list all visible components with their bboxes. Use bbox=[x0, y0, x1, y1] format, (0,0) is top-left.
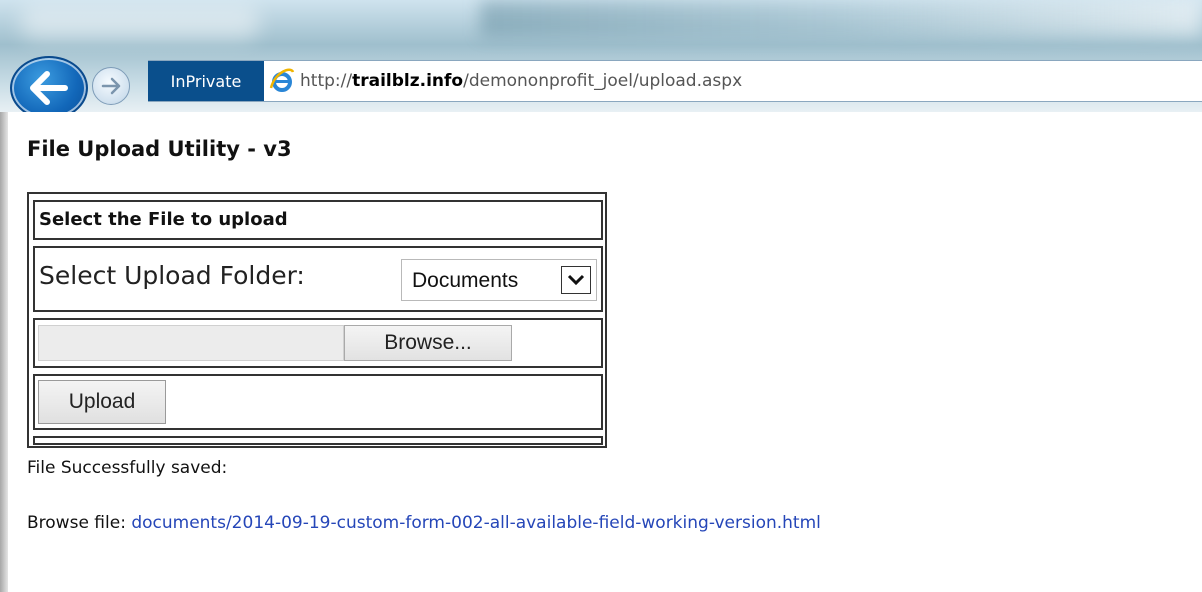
chrome-blur-decoration bbox=[480, 0, 1200, 36]
folder-row: Select Upload Folder: Documents bbox=[33, 246, 603, 312]
file-row: Browse... bbox=[33, 318, 603, 368]
url-prefix: http:// bbox=[300, 71, 353, 91]
folder-select[interactable]: Documents bbox=[401, 259, 597, 301]
folder-label: Select Upload Folder: bbox=[39, 261, 305, 290]
address-bar[interactable]: InPrivate http://trailblz.info/demononpr… bbox=[148, 60, 1202, 102]
window-edge-shadow bbox=[0, 112, 8, 592]
browse-button[interactable]: Browse... bbox=[344, 325, 512, 361]
browse-file-line: Browse file: documents/2014-09-19-custom… bbox=[27, 513, 821, 533]
status-message: File Successfully saved: bbox=[27, 458, 228, 478]
back-arrow-icon bbox=[30, 71, 68, 105]
inprivate-badge[interactable]: InPrivate bbox=[148, 61, 264, 101]
browse-file-label: Browse file: bbox=[27, 513, 126, 533]
chevron-down-icon bbox=[567, 274, 585, 286]
browser-chrome: InPrivate http://trailblz.info/demononpr… bbox=[0, 0, 1202, 112]
form-header: Select the File to upload bbox=[39, 209, 288, 230]
folder-select-value: Documents bbox=[412, 269, 519, 292]
uploaded-file-link[interactable]: documents/2014-09-19-custom-form-002-all… bbox=[131, 513, 821, 533]
upload-row: Upload bbox=[33, 374, 603, 430]
forward-arrow-icon bbox=[101, 77, 121, 95]
folder-select-dropdown[interactable] bbox=[561, 266, 591, 294]
back-button[interactable] bbox=[10, 56, 88, 112]
upload-button[interactable]: Upload bbox=[38, 380, 166, 424]
upload-form-table: Select the File to upload Select Upload … bbox=[27, 192, 607, 448]
forward-button[interactable] bbox=[92, 67, 130, 105]
chrome-blur-decoration bbox=[20, 6, 260, 40]
url-text[interactable]: http://trailblz.info/demononprofit_joel/… bbox=[300, 71, 742, 91]
file-path-field[interactable] bbox=[38, 325, 344, 361]
url-domain: trailblz.info bbox=[352, 71, 464, 91]
page-title: File Upload Utility - v3 bbox=[27, 137, 292, 161]
empty-row bbox=[33, 436, 603, 445]
url-path: /demononprofit_joel/upload.aspx bbox=[463, 71, 743, 91]
form-header-row: Select the File to upload bbox=[33, 200, 603, 240]
ie-logo-icon bbox=[264, 61, 300, 101]
